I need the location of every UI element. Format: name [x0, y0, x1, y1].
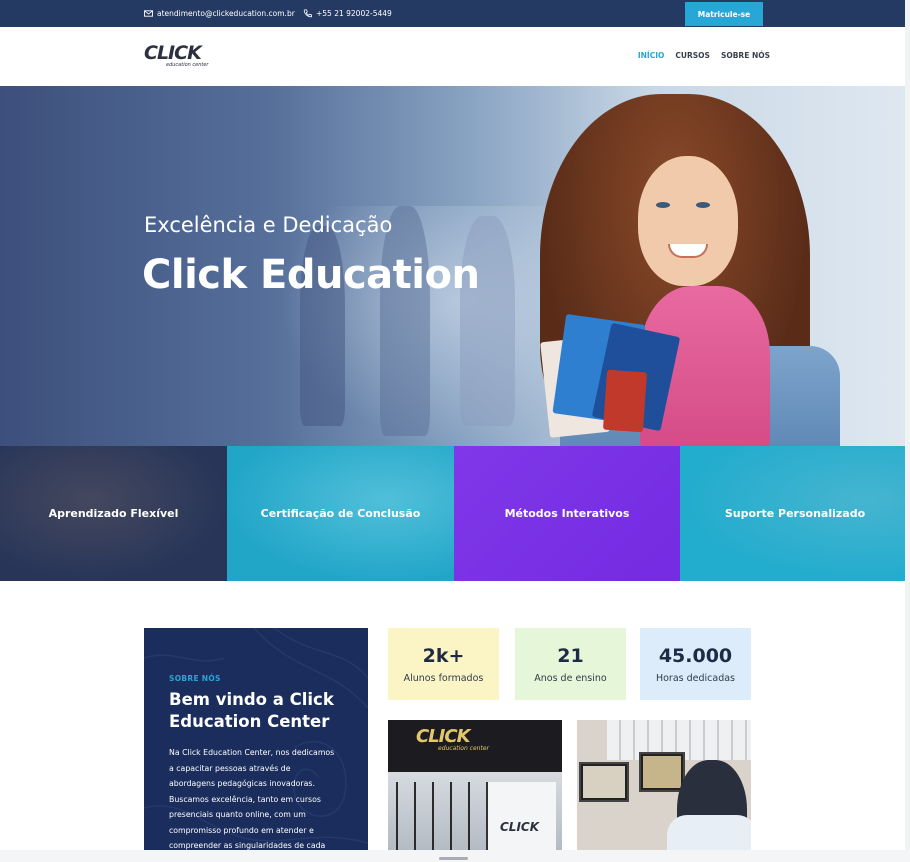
- stat-value: 2k+: [422, 645, 465, 667]
- stat-value: 21: [557, 645, 584, 667]
- nav-item-inicio[interactable]: INÍCIO: [638, 51, 665, 60]
- about-kicker: SOBRE NÓS: [169, 674, 221, 683]
- hero-banner: Excelência e Dedicação Click Education: [0, 86, 910, 446]
- click-logo[interactable]: CLICK education center: [144, 43, 214, 71]
- horizontal-scrollbar[interactable]: [0, 850, 910, 862]
- feature-label: Aprendizado Flexível: [48, 507, 179, 520]
- stat-card-hours: 45.000 Horas dedicadas: [640, 628, 751, 700]
- feature-tile-certification[interactable]: Certificação de Conclusão: [227, 446, 454, 581]
- main-nav: INÍCIO CURSOS SOBRE NÓS: [638, 51, 770, 60]
- feature-tile-flexible[interactable]: Aprendizado Flexível: [0, 446, 227, 581]
- hero-subtitle: Excelência e Dedicação: [144, 213, 393, 237]
- feature-label: Métodos Interativos: [504, 507, 630, 520]
- phone-text: +55 21 92002-5449: [316, 9, 392, 18]
- classroom-photo: [577, 720, 751, 862]
- feature-tile-support[interactable]: Suporte Personalizado: [680, 446, 910, 581]
- stat-card-graduates: 2k+ Alunos formados: [388, 628, 499, 700]
- stat-value: 45.000: [658, 645, 733, 667]
- nav-item-sobre-nos[interactable]: SOBRE NÓS: [721, 51, 770, 60]
- stat-card-years: 21 Anos de ensino: [515, 628, 626, 700]
- stat-label: Alunos formados: [403, 673, 484, 684]
- top-contact-bar: atendimento@clickeducation.com.br +55 21…: [0, 0, 910, 27]
- scrollbar-thumb[interactable]: [439, 857, 468, 860]
- storefront-sign: CLICK: [416, 726, 471, 747]
- books-stack: [540, 311, 685, 438]
- enroll-button[interactable]: Matricule-se: [685, 2, 763, 26]
- site-header: CLICK education center INÍCIO CURSOS SOB…: [0, 27, 910, 86]
- about-title: Bem vindo a Click Education Center: [169, 690, 334, 731]
- logo-wordmark: CLICK: [144, 42, 202, 64]
- stat-label: Anos de ensino: [534, 673, 607, 684]
- feature-tiles: Aprendizado Flexível Certificação de Con…: [0, 446, 910, 581]
- phone-contact[interactable]: +55 21 92002-5449: [303, 0, 392, 27]
- monitor-screen: [643, 756, 681, 788]
- about-text: Na Click Education Center, nos dedicamos…: [169, 748, 335, 850]
- feature-tile-interactive[interactable]: Métodos Interativos: [454, 446, 680, 581]
- background-student: [380, 206, 430, 436]
- vertical-scrollbar[interactable]: [905, 0, 910, 850]
- email-contact[interactable]: atendimento@clickeducation.com.br: [144, 0, 295, 27]
- student-face: [638, 156, 738, 286]
- monitor-screen: [583, 766, 625, 798]
- storefront-sign-subtitle: education center: [438, 745, 489, 752]
- email-text: atendimento@clickeducation.com.br: [157, 9, 295, 18]
- background-student: [460, 216, 515, 426]
- logo-subtitle: education center: [166, 62, 209, 68]
- storefront-photo: CLICK education center CLICK: [388, 720, 562, 862]
- phone-icon: [303, 9, 312, 18]
- feature-label: Suporte Personalizado: [724, 507, 866, 520]
- stat-label: Horas dedicadas: [655, 673, 736, 684]
- student-eye: [656, 202, 670, 208]
- about-card: SOBRE NÓS Bem vindo a Click Education Ce…: [144, 628, 368, 862]
- door-logo: CLICK: [500, 820, 540, 834]
- nav-item-cursos[interactable]: CURSOS: [675, 51, 710, 60]
- book: [602, 369, 648, 433]
- hero-title: Click Education: [142, 252, 480, 298]
- feature-label: Certificação de Conclusão: [260, 507, 421, 520]
- student-eye: [696, 202, 710, 208]
- envelope-icon: [144, 10, 153, 17]
